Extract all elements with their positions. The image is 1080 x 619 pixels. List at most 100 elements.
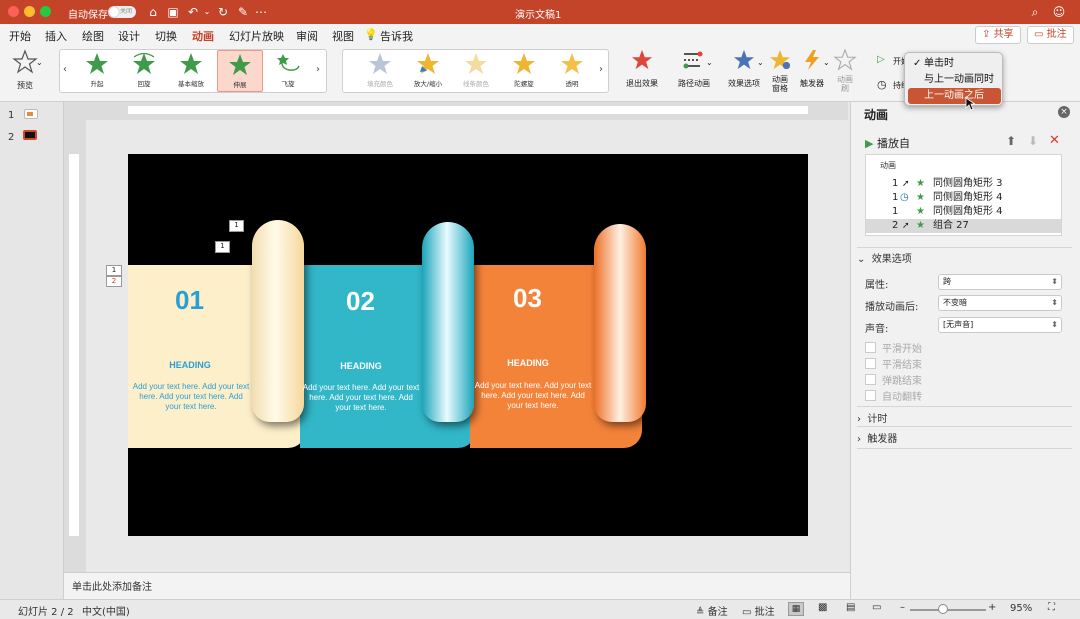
motion-paths-dropdown-icon[interactable]: ⌄: [706, 58, 713, 67]
smooth-end-checkbox[interactable]: 平滑结束: [865, 356, 922, 371]
slide-canvas[interactable]: 01 HEADING Add your text here. Add your …: [128, 154, 808, 536]
option-with-previous[interactable]: 与上一动画同时: [908, 72, 1001, 88]
effect-options-dropdown-icon[interactable]: ⌄: [757, 58, 764, 67]
home-icon[interactable]: ⌂: [146, 5, 160, 19]
option-on-click[interactable]: ✓ 单击时: [908, 56, 1001, 72]
delete-icon[interactable]: ✕: [1049, 133, 1060, 148]
auto-reverse-checkbox[interactable]: 自动翻转: [865, 388, 922, 403]
tab-slideshow[interactable]: 幻灯片放映: [229, 28, 284, 44]
tab-home[interactable]: 开始: [9, 28, 31, 44]
tab-design[interactable]: 设计: [118, 28, 140, 44]
card-2-roll[interactable]: [422, 222, 474, 422]
animation-order-tag[interactable]: 1: [215, 241, 230, 253]
effect-swivel[interactable]: 飞旋: [265, 50, 311, 92]
slideshow-icon[interactable]: ▭: [872, 602, 881, 613]
animation-order-tag[interactable]: 1: [229, 220, 244, 232]
zoom-slider-thumb[interactable]: [938, 604, 948, 614]
close-window-button[interactable]: [8, 6, 19, 17]
effect-transparency[interactable]: 透明: [549, 50, 595, 92]
account-icon[interactable]: ☺: [1052, 5, 1066, 19]
notes-toggle[interactable]: ≜ 备注: [696, 603, 728, 618]
move-up-icon[interactable]: ⬆: [1006, 134, 1016, 148]
after-animation-select[interactable]: 不变暗: [938, 295, 1062, 311]
card-1-body[interactable]: Add your text here. Add your text here. …: [132, 382, 250, 412]
zoom-window-button[interactable]: [40, 6, 51, 17]
preview-dropdown-icon[interactable]: ⌄: [36, 58, 43, 67]
smooth-start-checkbox[interactable]: 平滑开始: [865, 340, 922, 355]
reading-view-icon[interactable]: ▤: [846, 602, 855, 613]
card-1-number[interactable]: 01: [175, 285, 204, 316]
card-2-body[interactable]: Add your text here. Add your text here. …: [302, 383, 420, 413]
language-indicator[interactable]: 中文(中国): [82, 603, 130, 618]
card-3-number[interactable]: 03: [513, 283, 542, 314]
animation-pane-button[interactable]: 动画 窗格: [766, 49, 794, 93]
timing-section[interactable]: › 计时: [857, 406, 1072, 425]
normal-view-icon[interactable]: ▦: [788, 602, 804, 616]
tab-view[interactable]: 视图: [332, 28, 354, 44]
comments-toggle[interactable]: ▭ 批注: [742, 603, 775, 618]
motion-paths-button[interactable]: 路径动画: [676, 49, 712, 89]
undo-icon[interactable]: ↶: [186, 5, 200, 19]
effect-options-button[interactable]: 效果选项: [726, 49, 762, 89]
tab-transitions[interactable]: 切换: [155, 28, 177, 44]
animation-item-selected[interactable]: 2 ➚ ★ 组合 27: [866, 219, 1061, 233]
animation-item[interactable]: 1 ➚ ★ 同侧圆角矩形 3: [866, 177, 1061, 191]
animation-painter-button[interactable]: 动画刷: [832, 48, 858, 93]
sound-select[interactable]: [无声音]: [938, 317, 1062, 333]
effect-spinner[interactable]: 回旋: [121, 50, 167, 92]
card-1-heading[interactable]: HEADING: [130, 360, 250, 370]
trigger-dropdown-icon[interactable]: ⌄: [823, 58, 830, 67]
undo-dropdown-icon[interactable]: ⌄: [200, 5, 214, 19]
move-down-icon[interactable]: ⬇: [1028, 134, 1038, 148]
close-pane-icon[interactable]: ×: [1058, 106, 1070, 118]
fit-to-window-icon[interactable]: ⛶: [1048, 602, 1055, 613]
card-2-number[interactable]: 02: [346, 286, 375, 317]
thumbnail-slide-2[interactable]: [23, 130, 37, 140]
card-3-roll[interactable]: [594, 224, 646, 422]
animation-order-tag[interactable]: 2: [106, 276, 122, 287]
effect-line-color[interactable]: 线条颜色: [453, 50, 499, 92]
bounce-end-checkbox[interactable]: 弹跳结束: [865, 372, 922, 387]
gallery2-right-arrow[interactable]: ›: [599, 64, 603, 75]
card-1-roll[interactable]: [252, 220, 304, 422]
edit-icon[interactable]: ✎: [236, 5, 250, 19]
minimize-window-button[interactable]: [24, 6, 35, 17]
zoom-out-icon[interactable]: –: [900, 602, 905, 613]
zoom-level[interactable]: 95%: [1010, 603, 1032, 614]
option-after-previous[interactable]: 上一动画之后: [908, 88, 1001, 104]
tab-draw[interactable]: 绘图: [82, 28, 104, 44]
effect-options-section[interactable]: ⌄ 效果选项: [857, 247, 1072, 265]
animation-item[interactable]: 1 ★ 同侧圆角矩形 4: [866, 205, 1061, 219]
card-3-body[interactable]: Add your text here. Add your text here. …: [474, 381, 592, 411]
gallery-right-arrow[interactable]: ›: [316, 64, 320, 75]
notes-area[interactable]: 单击此处添加备注: [64, 572, 850, 599]
effect-rise-up[interactable]: 升起: [74, 50, 120, 92]
trigger-button[interactable]: 触发器: [796, 49, 828, 89]
effect-grow-shrink[interactable]: 放大/缩小: [405, 50, 451, 92]
effect-stretch[interactable]: 伸展: [217, 50, 263, 92]
tell-me-search[interactable]: 告诉我: [380, 28, 413, 44]
gallery-left-arrow[interactable]: ‹: [63, 64, 67, 75]
animation-item[interactable]: 1 ◷ ★ 同侧圆角矩形 4: [866, 191, 1061, 205]
animation-order-tag[interactable]: 1: [106, 265, 122, 276]
preview-button[interactable]: 预览: [6, 49, 44, 91]
play-from-button[interactable]: ▶ 播放自: [865, 135, 910, 151]
card-2-heading[interactable]: HEADING: [301, 361, 421, 371]
exit-effects-button[interactable]: 退出效果: [624, 49, 660, 89]
tab-animations[interactable]: 动画: [192, 28, 214, 48]
slide-sorter-icon[interactable]: ▩: [818, 602, 827, 613]
more-icon[interactable]: ⋯: [254, 5, 268, 19]
zoom-in-icon[interactable]: +: [988, 602, 996, 613]
effect-basic-zoom[interactable]: 基本缩放: [168, 50, 214, 92]
zoom-slider[interactable]: [910, 609, 986, 611]
share-button[interactable]: ⇪ 共享: [975, 26, 1021, 44]
thumbnail-slide-1[interactable]: [24, 109, 38, 119]
comments-button[interactable]: ▭ 批注: [1027, 26, 1074, 44]
effect-spin[interactable]: 陀螺旋: [501, 50, 547, 92]
save-icon[interactable]: ▣: [166, 5, 180, 19]
trigger-section[interactable]: › 触发器: [857, 426, 1072, 449]
tab-review[interactable]: 审阅: [296, 28, 318, 44]
search-icon[interactable]: ⌕: [1028, 5, 1042, 19]
tab-insert[interactable]: 插入: [45, 28, 67, 44]
card-3-heading[interactable]: HEADING: [468, 358, 588, 368]
